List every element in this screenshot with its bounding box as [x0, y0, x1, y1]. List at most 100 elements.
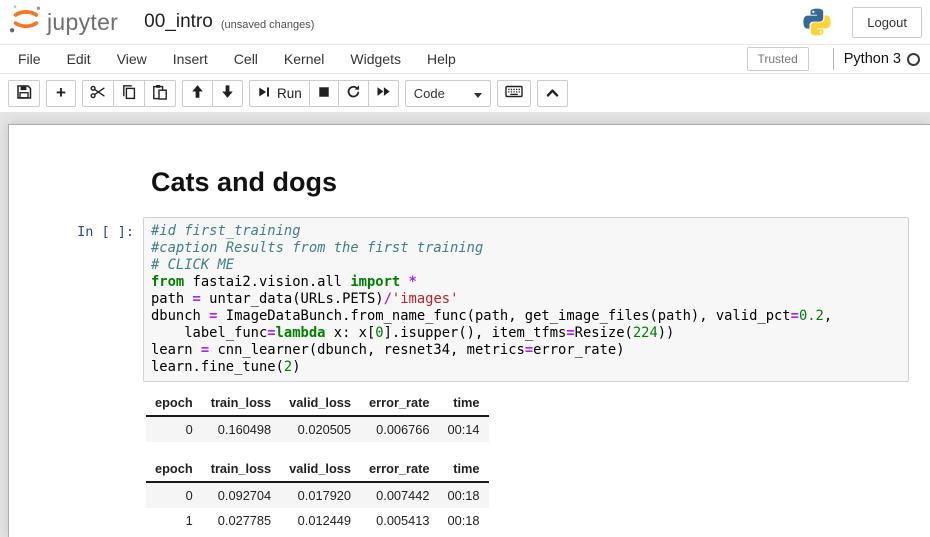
jupyter-notebook-app: jupyter 00_intro (unsaved changes) Logou…	[0, 0, 930, 537]
restart-kernel-button[interactable]	[338, 80, 369, 107]
copy-cell-button[interactable]	[113, 80, 145, 107]
code-token: path	[151, 291, 193, 307]
cell-value: 0.005413	[360, 508, 438, 533]
paste-icon	[152, 84, 168, 103]
code-token: #caption Results from the first training	[151, 240, 483, 256]
code-token: 'images'	[392, 291, 458, 307]
code-token: from	[151, 274, 184, 290]
code-token: 224	[633, 325, 658, 341]
move-cell-down-button[interactable]	[212, 80, 243, 107]
run-button-label: Run	[277, 86, 302, 101]
cell-value: 0.017920	[280, 482, 360, 508]
code-token: ))	[658, 325, 675, 341]
save-button[interactable]	[8, 80, 40, 107]
menu-help[interactable]: Help	[414, 45, 469, 73]
menu-insert[interactable]: Insert	[160, 45, 221, 73]
title-row: jupyter 00_intro (unsaved changes) Logou…	[0, 0, 930, 44]
menu-edit[interactable]: Edit	[54, 45, 104, 73]
menu-kernel[interactable]: Kernel	[271, 45, 337, 73]
menu-file[interactable]: File	[5, 45, 54, 73]
caret-down-icon	[474, 86, 482, 101]
fast-forward-icon	[376, 84, 391, 102]
code-token: ].isupper(), item_tfms	[384, 325, 567, 341]
code-token: cnn_learner(dbunch, resnet34, metrics	[209, 342, 525, 358]
cell-type-selected-value: Code	[414, 86, 445, 101]
cut-icon	[90, 84, 106, 103]
restart-run-all-button[interactable]	[368, 80, 399, 107]
code-token: =	[525, 342, 533, 358]
menubar: File Edit View Insert Cell Kernel Widget…	[0, 44, 930, 74]
logout-button[interactable]: Logout	[852, 7, 922, 38]
cell-value: 0.006766	[360, 416, 438, 442]
code-line: dbunch = ImageDataBunch.from_name_func(p…	[151, 308, 901, 325]
cell-value: 0	[146, 416, 202, 442]
code-token: =	[193, 291, 201, 307]
code-token: =	[201, 342, 209, 358]
menu-widgets[interactable]: Widgets	[337, 45, 414, 73]
notebook-paper: Cats and dogs In [ ]: #id first_training…	[8, 124, 930, 537]
code-line: path = untar_data(URLs.PETS)/'images'	[151, 291, 901, 308]
code-token: untar_data(URLs.PETS)	[201, 291, 384, 307]
input-prompt: In [ ]:	[9, 217, 143, 382]
code-editor[interactable]: #id first_training#caption Results from …	[143, 217, 909, 382]
code-token: /	[384, 291, 392, 307]
jupyter-logo-icon	[8, 2, 44, 43]
cell-value: 0.012449	[280, 508, 360, 533]
code-line: # CLICK ME	[151, 257, 901, 274]
code-editor-lines: #id first_training#caption Results from …	[151, 223, 901, 376]
jupyter-logo-text: jupyter	[47, 9, 118, 36]
cell-type-select[interactable]: Code	[405, 80, 491, 107]
insert-cell-below-button[interactable]: +	[46, 80, 76, 107]
kernel-divider	[833, 48, 834, 70]
code-line: #caption Results from the first training	[151, 240, 901, 257]
cell-value: 0	[146, 482, 202, 508]
code-token: 0	[375, 325, 383, 341]
trusted-button[interactable]: Trusted	[747, 47, 809, 71]
code-line: label_func=lambda x: x[0].isupper(), ite…	[151, 325, 901, 342]
kernel-idle-circle-icon	[907, 53, 920, 66]
code-cell[interactable]: In [ ]: #id first_training#caption Resul…	[9, 217, 930, 382]
code-token: ,	[824, 308, 832, 324]
stop-icon	[317, 85, 331, 102]
code-token: =	[267, 325, 275, 341]
table-row: 00.0927040.0179200.00744200:18	[146, 482, 489, 508]
table-header-row: epochtrain_lossvalid_losserror_ratetime	[146, 390, 489, 416]
notebook-title[interactable]: 00_intro	[144, 11, 213, 33]
keyboard-icon	[505, 84, 523, 102]
code-token: 0.2	[799, 308, 824, 324]
arrow-down-icon	[220, 84, 235, 102]
code-token: #id first_training	[151, 223, 301, 239]
column-header: epoch	[146, 390, 202, 416]
column-header: error_rate	[360, 390, 438, 416]
menu-view[interactable]: View	[104, 45, 160, 73]
save-icon	[16, 84, 32, 103]
jupyter-logo[interactable]: jupyter	[8, 2, 118, 43]
code-line: learn.fine_tune(2)	[151, 359, 901, 376]
checkpoint-status: (unsaved changes)	[221, 19, 315, 31]
toggle-header-button[interactable]	[537, 80, 568, 107]
menubar-right: Trusted Python 3	[747, 45, 923, 73]
code-token: learn	[151, 342, 201, 358]
code-token: *	[409, 274, 417, 290]
output-area: epochtrain_lossvalid_losserror_ratetime0…	[146, 390, 930, 533]
cell-value: 00:18	[439, 508, 489, 533]
restart-kernel-icon	[346, 84, 361, 102]
code-token: )	[292, 359, 300, 375]
code-token: =	[791, 308, 799, 324]
menu-cell[interactable]: Cell	[221, 45, 271, 73]
cut-cell-button[interactable]	[82, 80, 114, 107]
python-logo-icon	[802, 7, 832, 37]
interrupt-kernel-button[interactable]	[309, 80, 339, 107]
code-token	[400, 274, 408, 290]
markdown-cell[interactable]: Cats and dogs	[151, 167, 930, 198]
column-header: valid_loss	[280, 390, 360, 416]
code-token: # CLICK ME	[151, 257, 234, 273]
paste-cell-button[interactable]	[144, 80, 176, 107]
command-palette-button[interactable]	[497, 80, 531, 107]
cell-value: 0.027785	[202, 508, 280, 533]
chevron-up-icon	[545, 86, 560, 101]
column-header: time	[439, 456, 489, 482]
move-cell-up-button[interactable]	[182, 80, 213, 107]
run-cell-button[interactable]: Run	[249, 80, 310, 107]
copy-icon	[121, 84, 137, 103]
